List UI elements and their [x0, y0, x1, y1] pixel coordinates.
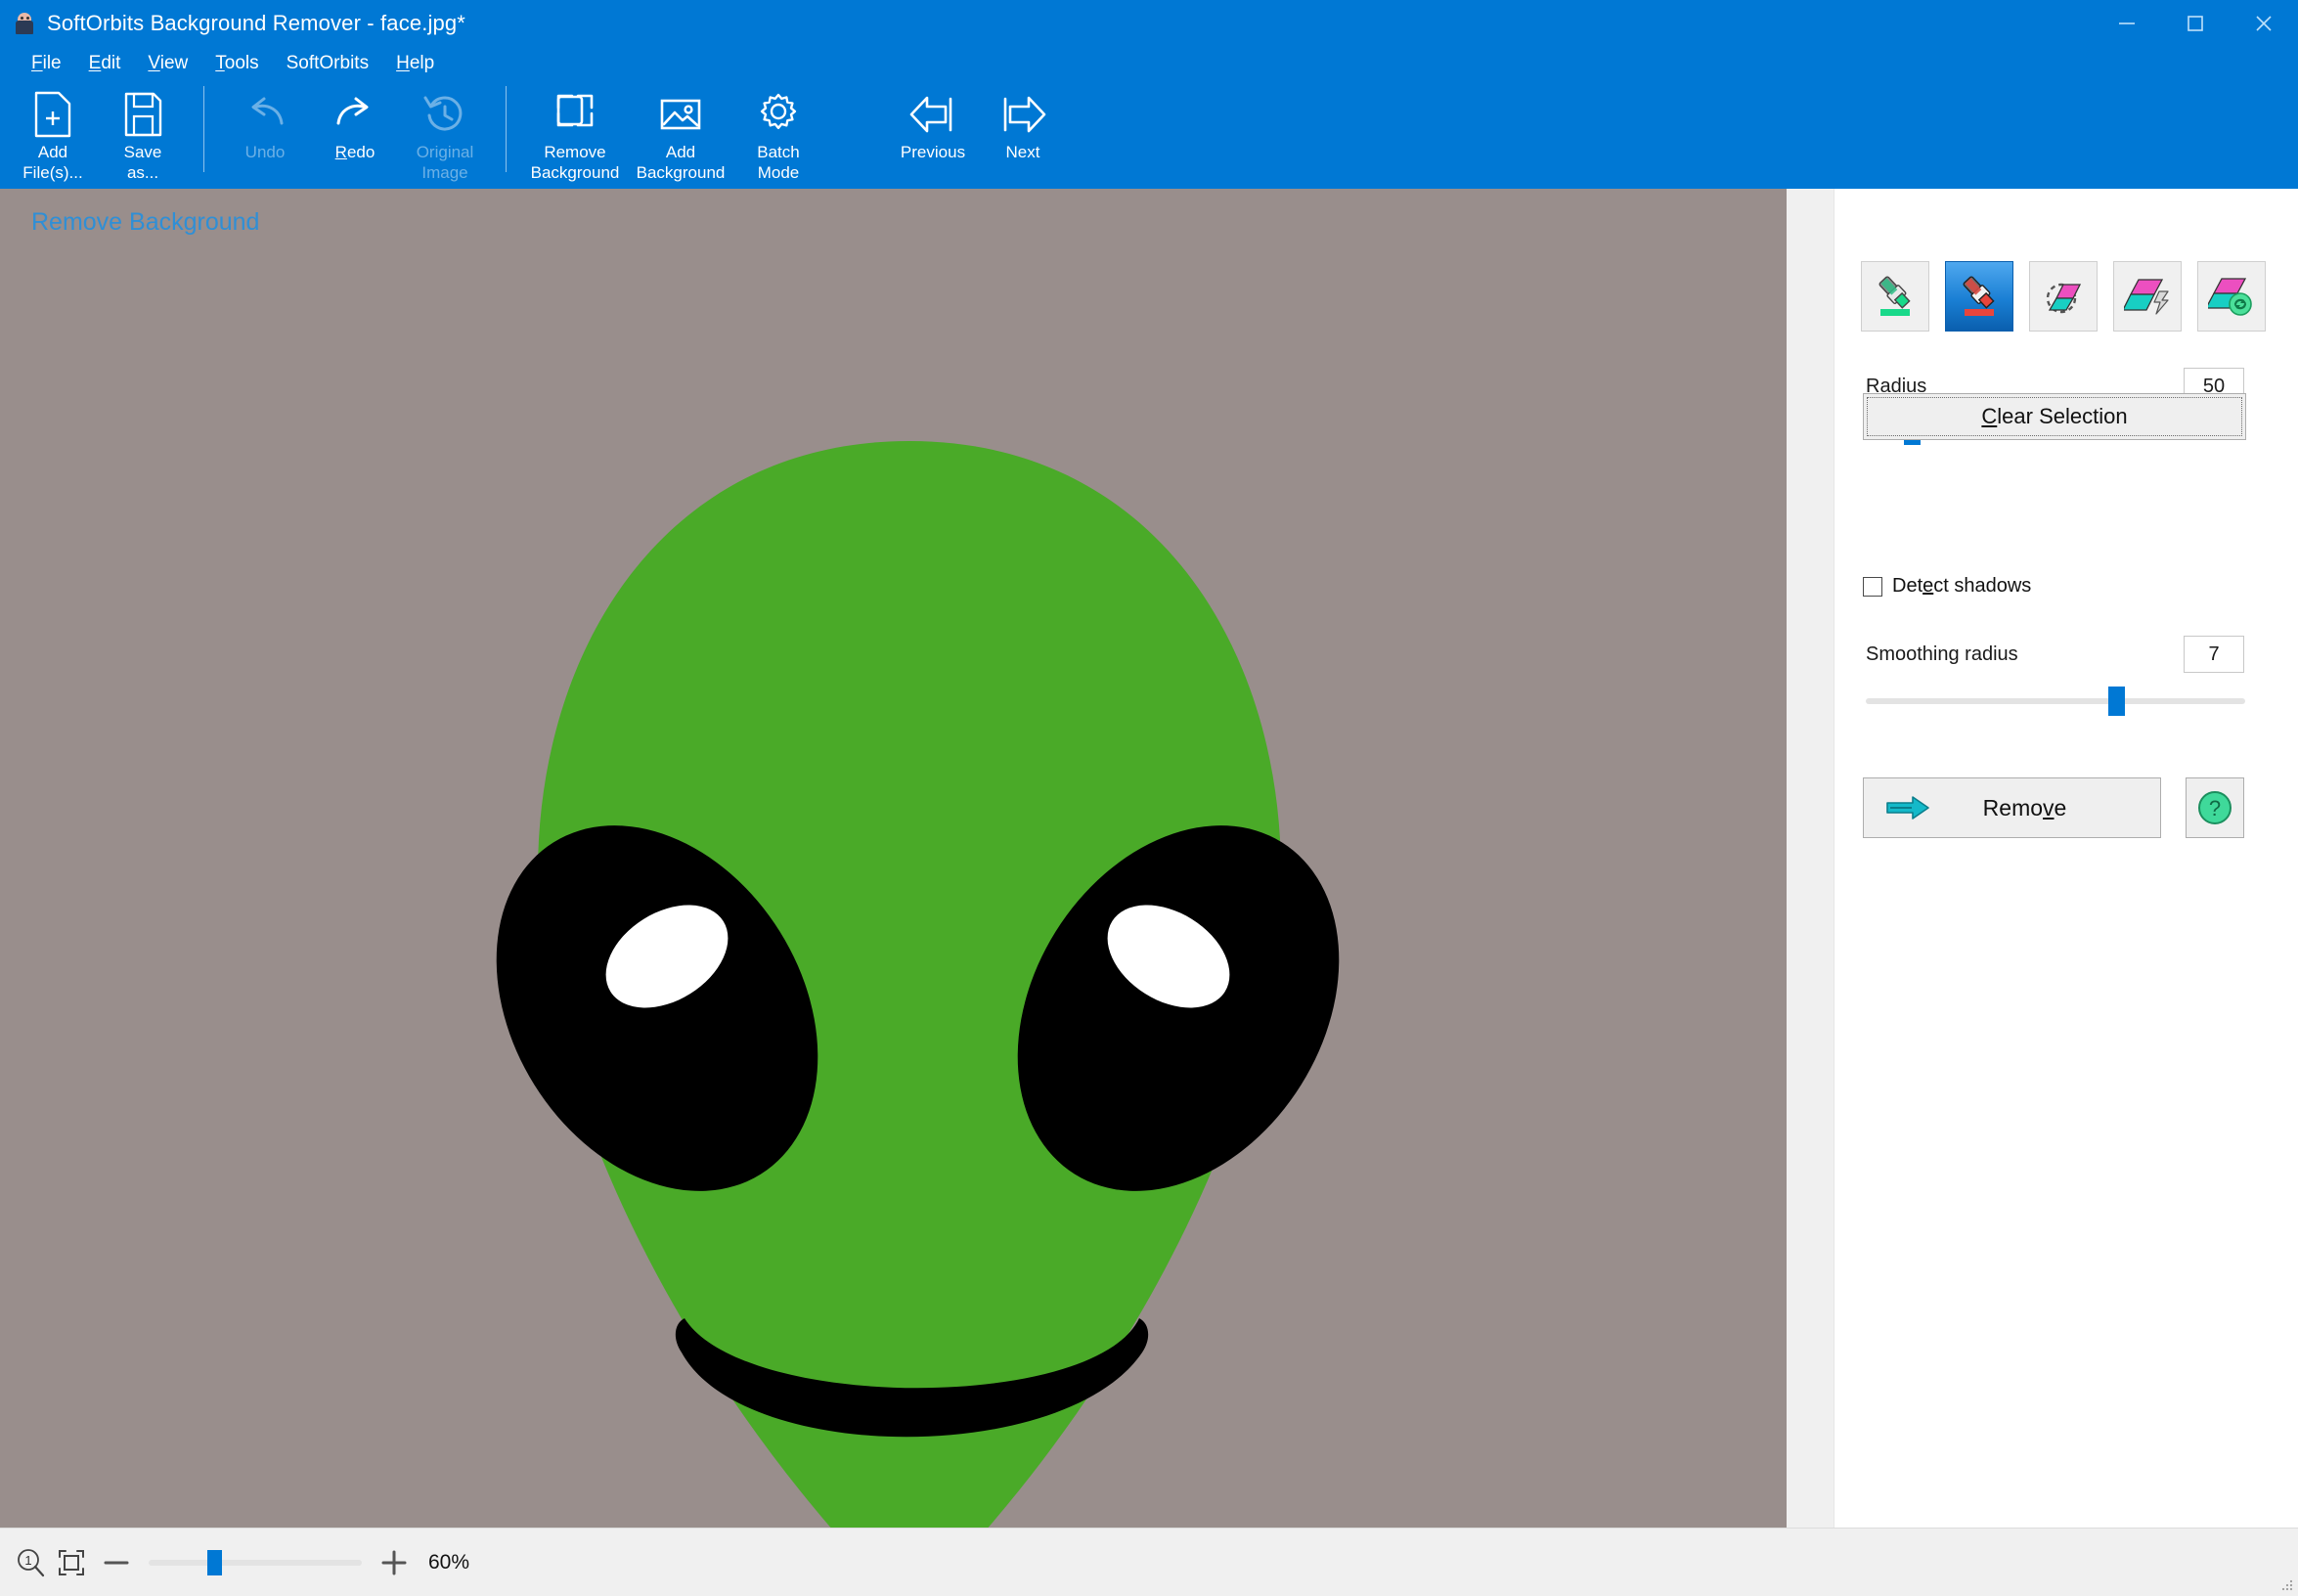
status-bar: 1 60%	[0, 1528, 2298, 1596]
detect-shadows-label: Detect shadows	[1892, 575, 2032, 597]
batch-mode-label: Batch Mode	[757, 143, 800, 182]
zoom-reset-icon[interactable]: 1	[10, 1546, 51, 1579]
red-marker-icon	[1963, 276, 1995, 316]
menu-item-help[interactable]: Help	[382, 50, 448, 77]
redo-icon	[331, 89, 379, 140]
alien-face-image	[496, 441, 1340, 1528]
smoothing-slider-track	[1866, 698, 2245, 704]
magic-wand-tool-button[interactable]	[2113, 261, 2182, 332]
original-image-label: Original Image	[416, 143, 474, 182]
add-files-button[interactable]: Add File(s)...	[8, 80, 98, 183]
smoothing-radius-label: Smoothing radius	[1866, 643, 2018, 665]
save-as-button[interactable]: Save as...	[98, 80, 188, 183]
minimize-icon[interactable]	[2093, 0, 2161, 47]
toolbar: Add File(s)... Save as... Undo Redo Orig…	[0, 80, 2298, 189]
help-button[interactable]: ?	[2186, 777, 2244, 838]
remove-button[interactable]: Remove	[1863, 777, 2161, 838]
help-question-icon: ?	[2198, 791, 2232, 824]
remove-background-icon	[552, 89, 597, 140]
zoom-slider-thumb[interactable]	[206, 1549, 222, 1575]
menu-bar: FFileile Edit View Tools SoftOrbits Help	[0, 47, 2298, 80]
next-arrow-icon	[996, 89, 1049, 140]
maximize-icon[interactable]	[2161, 0, 2230, 47]
close-icon[interactable]	[2230, 0, 2298, 47]
tool-buttons-row	[1861, 261, 2266, 332]
application-window: SoftOrbits Background Remover - face.jpg…	[0, 0, 2298, 1596]
mark-keep-tool-button[interactable]	[1861, 261, 1929, 332]
next-button[interactable]: Next	[978, 80, 1068, 183]
resize-grip[interactable]	[2280, 1578, 2294, 1592]
title-bar: SoftOrbits Background Remover - face.jpg…	[0, 0, 2298, 47]
toolbar-separator-2	[506, 86, 507, 172]
menu-item-softorbits[interactable]: SoftOrbits	[273, 50, 382, 77]
remove-background-label: Remove Background	[530, 143, 620, 182]
window-controls	[2093, 0, 2298, 47]
magic-lightning-icon	[2124, 279, 2169, 315]
restore-tool-button[interactable]	[2197, 261, 2266, 332]
page-title: Remove Background	[31, 208, 260, 236]
zoom-controls: 1 60%	[0, 1546, 469, 1579]
clear-selection-button[interactable]: Clear Selection	[1863, 393, 2246, 440]
menu-item-file[interactable]: FFileile	[18, 50, 75, 77]
smoothing-slider-thumb[interactable]	[2108, 687, 2126, 716]
save-as-label: Save as...	[123, 143, 162, 182]
menu-item-edit[interactable]: Edit	[75, 50, 135, 77]
previous-arrow-icon	[906, 89, 959, 140]
zoom-percent-label: 60%	[428, 1550, 470, 1574]
zoom-minus-icon[interactable]	[98, 1548, 135, 1577]
mark-remove-tool-button[interactable]	[1945, 261, 2013, 332]
undo-label: Undo	[244, 143, 286, 161]
previous-label: Previous	[900, 143, 966, 161]
next-label: Next	[1005, 143, 1040, 161]
add-file-icon	[31, 89, 74, 140]
window-title: SoftOrbits Background Remover - face.jpg…	[47, 11, 466, 35]
app-logo-icon	[14, 13, 35, 34]
redo-label: Redo	[334, 143, 376, 161]
smoothing-radius-slider[interactable]	[1866, 687, 2245, 716]
checkbox-box[interactable]	[1863, 576, 1882, 597]
fit-to-window-icon[interactable]	[51, 1546, 92, 1579]
lasso-tool-button[interactable]	[2029, 261, 2098, 332]
add-files-label: Add File(s)...	[22, 143, 83, 182]
zoom-plus-icon[interactable]	[376, 1548, 413, 1577]
remove-background-button[interactable]: Remove Background	[522, 80, 628, 183]
right-arrow-icon	[1885, 793, 1930, 822]
work-area	[0, 189, 1834, 1528]
remove-button-label: Remove	[1982, 794, 2067, 820]
svg-text:?: ?	[2209, 796, 2221, 820]
undo-icon	[241, 89, 289, 140]
focus-outline	[1867, 397, 2242, 436]
save-as-icon	[121, 89, 164, 140]
previous-button[interactable]: Previous	[888, 80, 978, 183]
detect-shadows-checkbox[interactable]: Detect shadows	[1863, 575, 2031, 598]
image-canvas[interactable]	[0, 189, 1787, 1528]
dashed-lasso-icon	[2046, 283, 2082, 314]
toolbar-separator-1	[203, 86, 204, 172]
batch-mode-button[interactable]: Batch Mode	[733, 80, 823, 183]
undo-button[interactable]: Undo	[220, 80, 310, 183]
svg-text:1: 1	[24, 1553, 31, 1568]
smoothing-radius-value-field[interactable]: 7	[2184, 636, 2244, 673]
original-image-button[interactable]: Original Image	[400, 80, 490, 183]
zoom-slider[interactable]	[149, 1549, 362, 1575]
batch-mode-icon	[754, 89, 803, 140]
original-image-icon	[420, 89, 469, 140]
restore-refresh-icon	[2208, 278, 2252, 316]
menu-item-tools[interactable]: Tools	[201, 50, 272, 77]
redo-button[interactable]: Redo	[310, 80, 400, 183]
zoom-slider-track	[149, 1559, 362, 1566]
menu-item-view[interactable]: View	[134, 50, 201, 77]
green-marker-icon	[1878, 276, 1911, 316]
add-background-button[interactable]: Add Background	[628, 80, 733, 183]
add-background-label: Add Background	[636, 143, 726, 182]
add-background-icon	[656, 89, 705, 140]
